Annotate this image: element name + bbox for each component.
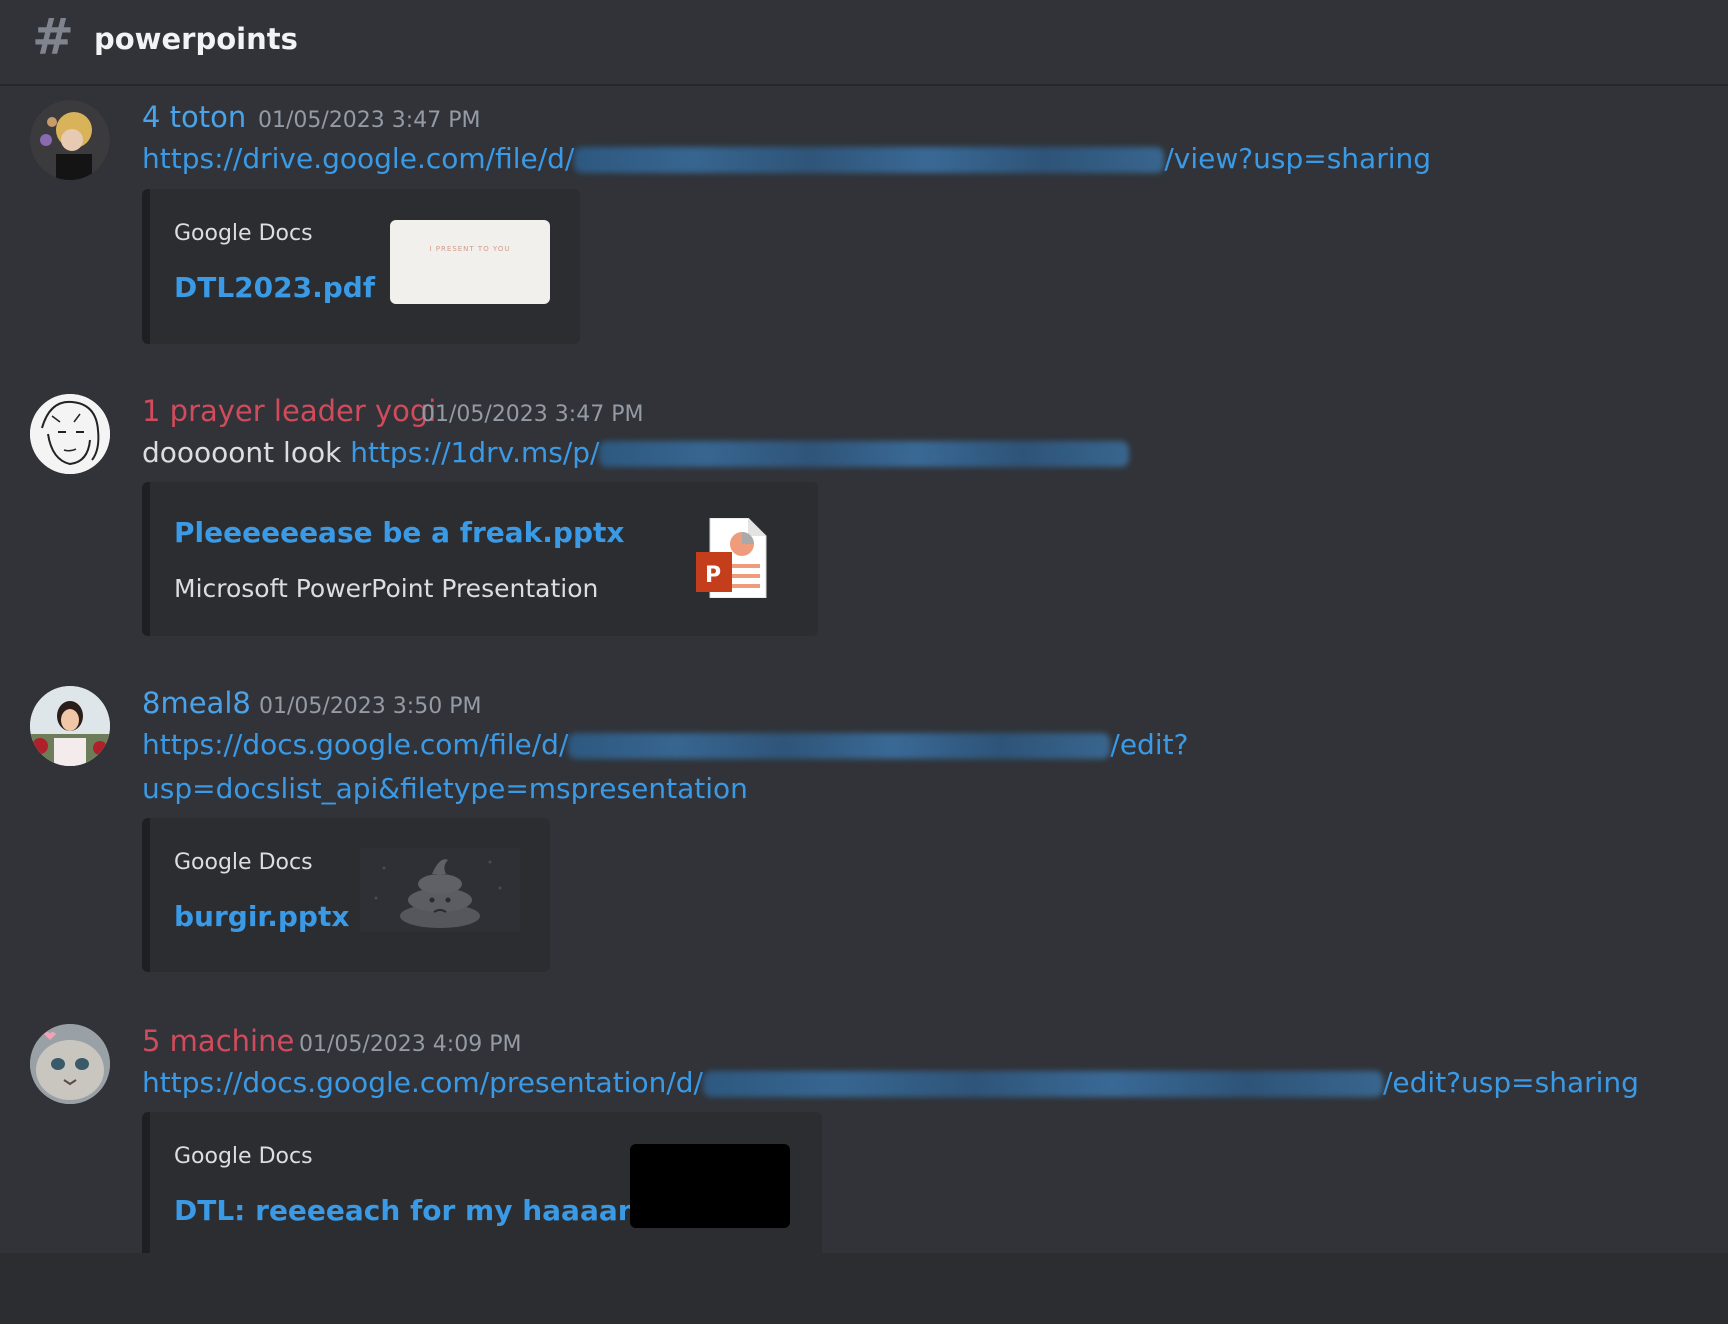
link-embed: Pleeeeeease be a freak.pptx Microsoft Po… xyxy=(142,482,818,636)
hash-icon: # xyxy=(32,8,74,66)
username[interactable]: 4 toton xyxy=(142,100,246,134)
powerpoint-file-icon: P xyxy=(696,517,768,599)
username[interactable]: 1 prayer leader yogi xyxy=(142,394,436,428)
chat-input-area xyxy=(0,1253,1728,1324)
message-link[interactable]: https://docs.google.com/presentation/d//… xyxy=(142,1066,1639,1099)
svg-text:P: P xyxy=(705,563,721,588)
message-link[interactable]: https://drive.google.com/file/d//view?us… xyxy=(142,142,1431,175)
avatar[interactable] xyxy=(30,100,110,180)
poop-icon xyxy=(374,859,502,928)
embed-title[interactable]: DTL: reeeeach for my haaaand xyxy=(174,1194,658,1227)
avatar[interactable] xyxy=(30,686,110,766)
embed-title[interactable]: Pleeeeeease be a freak.pptx xyxy=(174,516,624,549)
embed-description: Microsoft PowerPoint Presentation xyxy=(174,574,599,603)
message-content: dooooont look https://1drv.ms/p/ xyxy=(142,436,1130,469)
embed-thumbnail[interactable] xyxy=(360,848,520,932)
redacted-blur xyxy=(568,733,1111,759)
timestamp: 01/05/2023 3:47 PM xyxy=(421,402,644,427)
link-embed: Google Docs DTL: reeeeach for my haaaand xyxy=(142,1112,822,1253)
redacted-blur xyxy=(599,441,1130,467)
embed-title[interactable]: burgir.pptx xyxy=(174,900,349,933)
embed-provider: Google Docs xyxy=(174,1144,313,1169)
embed-provider: Google Docs xyxy=(174,221,313,246)
timestamp: 01/05/2023 3:47 PM xyxy=(258,108,481,133)
timestamp: 01/05/2023 3:50 PM xyxy=(259,694,482,719)
channel-name[interactable]: powerpoints xyxy=(94,22,298,56)
embed-provider: Google Docs xyxy=(174,850,313,875)
message-link[interactable]: https://docs.google.com/file/d//edit? xyxy=(142,728,1188,761)
channel-header: # powerpoints xyxy=(0,0,1728,86)
redacted-blur xyxy=(702,1071,1383,1097)
embed-title[interactable]: DTL2023.pdf xyxy=(174,271,375,304)
message-link-continued[interactable]: usp=docslist_api&filetype=mspresentation xyxy=(142,772,748,805)
link-embed: Google Docs DTL2023.pdf I PRESENT TO YOU xyxy=(142,189,580,344)
embed-thumbnail[interactable]: I PRESENT TO YOU xyxy=(390,220,550,304)
username[interactable]: 5 machine xyxy=(142,1024,294,1058)
embed-thumbnail[interactable] xyxy=(630,1144,790,1228)
username[interactable]: 8meal8 xyxy=(142,686,251,720)
thumbnail-text: I PRESENT TO YOU xyxy=(429,245,511,253)
timestamp: 01/05/2023 4:09 PM xyxy=(299,1032,522,1057)
message-link[interactable]: https://1drv.ms/p/ xyxy=(350,436,599,469)
redacted-blur xyxy=(574,147,1165,173)
avatar[interactable] xyxy=(30,1024,110,1104)
link-embed: Google Docs burgir.pptx xyxy=(142,818,550,972)
avatar[interactable] xyxy=(30,394,110,474)
